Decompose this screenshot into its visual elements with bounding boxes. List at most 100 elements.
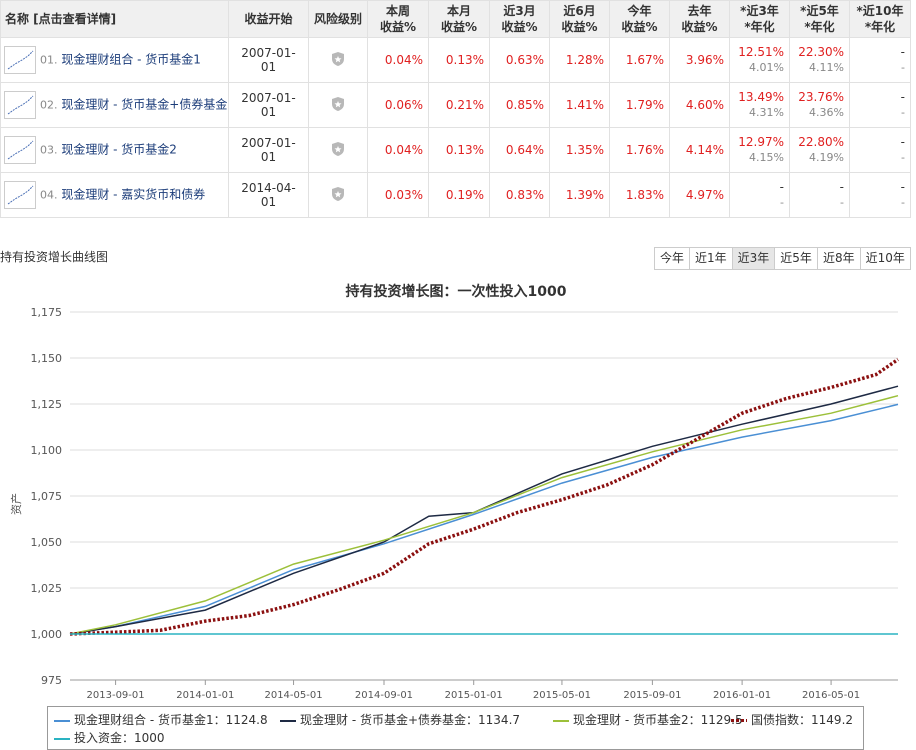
chart-legend: 现金理财组合 - 货币基金1：1124.8 现金理财 - 货币基金+债券基金：11… [47,706,864,750]
header-last-year[interactable]: 去年 收益% [669,0,730,38]
table-row[interactable]: 03. 现金理财 - 货币基金2 2007-01-01 0.04% 0.13% 0.64… [0,127,911,173]
header-5y[interactable]: *近5年 *年化 [789,0,850,38]
fund-name-link[interactable]: 现金理财 - 货币基金2 [61,143,177,157]
legend-item[interactable]: 国债指数：1149.2 [731,711,853,728]
cell-10y-annual: - [901,106,905,119]
y-tick-label: 1,100 [31,444,63,457]
cell-m3: 0.85% [489,82,550,128]
legend-item[interactable]: 现金理财 - 货币基金2：1129.5 [553,711,743,728]
y-tick-label: 975 [41,674,62,687]
cell-ly: 4.60% [669,82,730,128]
range-tab[interactable]: 近10年 [859,247,911,270]
cell-m6: 1.41% [549,82,610,128]
cell-10y-value: - [900,180,905,194]
shield-icon [332,141,344,156]
table-row[interactable]: 01. 现金理财组合 - 货币基金1 2007-01-01 0.04% 0.13% 0.… [0,37,911,83]
legend-swatch [731,719,747,722]
cell-name[interactable]: 04. 现金理财 - 嘉实货币和债券 [0,172,229,218]
row-index: 02. [40,98,58,112]
header-start[interactable]: 收益开始 [228,0,309,38]
header-name[interactable]: 名称 [点击查看详情] [0,0,229,38]
table-header-row: 名称 [点击查看详情] 收益开始 风险级别 本周收益% 本月 收益% 近3月 收益%… [0,0,911,38]
range-tab[interactable]: 近1年 [689,247,733,270]
cell-name[interactable]: 02. 现金理财 - 货币基金+债券基金 [0,82,229,128]
header-6m-a: 近6月 [563,4,596,18]
mini-chart-icon[interactable] [4,91,36,119]
cell-start-date: 2007-01-01 [228,82,309,128]
shield-icon [332,51,344,66]
cell-start-date: 2007-01-01 [228,127,309,173]
fund-name-link[interactable]: 现金理财 - 嘉实货币和债券 [61,188,205,202]
cell-m6: 1.35% [549,127,610,173]
header-3y-b: *年化 [744,20,775,34]
y-axis-label: 资产 [9,493,23,515]
legend-item[interactable]: 现金理财 - 货币基金+债券基金：1134.7 [280,711,520,728]
cell-month: 0.19% [428,172,490,218]
cell-m6: 1.39% [549,172,610,218]
mini-chart-icon[interactable] [4,46,36,74]
cell-name[interactable]: 01. 现金理财组合 - 货币基金1 [0,37,229,83]
header-risk[interactable]: 风险级别 [308,0,368,38]
mini-chart-icon[interactable] [4,136,36,164]
header-3m[interactable]: 近3月 收益% [489,0,550,38]
cell-month: 0.13% [428,37,490,83]
cell-10y-value: - [900,45,905,59]
fund-name-link[interactable]: 现金理财组合 - 货币基金1 [61,53,201,67]
legend-swatch [553,719,569,722]
x-tick-label: 2014-09-01 [355,690,413,701]
series-layer [69,358,899,636]
cell-3y-annual: - [780,196,784,209]
cell-ytd: 1.83% [609,172,670,218]
header-ly-a: 去年 [687,4,712,18]
header-month-b: 收益% [440,20,478,34]
fund-name-link[interactable]: 现金理财 - 货币基金+债券基金 [61,98,227,112]
grid [70,311,898,681]
legend-item[interactable]: 投入资金：1000 [54,729,165,746]
cell-5y: 23.76% 4.36% [789,82,850,128]
x-tick-label: 2016-05-01 [802,690,860,701]
header-6m[interactable]: 近6月收益% [549,0,610,38]
shield-icon [332,186,344,201]
legend-label: 现金理财 - 货币基金+债券基金 [300,713,467,727]
table-row[interactable]: 04. 现金理财 - 嘉实货币和债券 2014-04-01 0.03% 0.19% 0.… [0,172,911,218]
header-10y[interactable]: *近10年 *年化 [849,0,911,38]
cell-m3: 0.64% [489,127,550,173]
cell-m3: 0.63% [489,37,550,83]
section-title: 持有投资增长曲线图 [0,250,109,264]
header-3y-a: *近3年 [740,4,779,18]
cell-month: 0.13% [428,127,490,173]
header-ytd[interactable]: 今年 收益% [609,0,670,38]
x-tick-label: 2014-05-01 [264,690,322,701]
cell-3y-annual: 4.01% [749,61,784,74]
cell-10y: -- [849,82,911,128]
header-month[interactable]: 本月 收益% [428,0,490,38]
shield-icon [332,96,344,111]
legend-item[interactable]: 现金理财组合 - 货币基金1：1124.8 [54,711,268,728]
header-ytd-b: 收益% [621,20,658,34]
y-tick-label: 1,150 [31,352,63,365]
range-tab[interactable]: 今年 [654,247,691,270]
header-3y[interactable]: *近3年 *年化 [729,0,790,38]
cell-month: 0.21% [428,82,490,128]
cell-start-date: 2014-04-01 [228,172,309,218]
cell-10y-annual: - [901,151,905,164]
header-week-b: 收益% [379,20,417,34]
mini-chart-icon[interactable] [4,181,36,209]
legend-value: 1134.7 [478,713,521,727]
range-tab[interactable]: 近5年 [774,247,818,270]
range-tab[interactable]: 近8年 [816,247,861,270]
cell-name[interactable]: 03. 现金理财 - 货币基金2 [0,127,229,173]
range-tab[interactable]: 近3年 [731,247,776,270]
header-week-a: 本周 [385,4,410,18]
legend-value: 1124.8 [225,713,268,727]
y-axis: 975 1,000 1,025 1,050 1,075 1,100 1,125 1,150 1,… [31,306,63,687]
cell-ly: 4.97% [669,172,730,218]
header-week[interactable]: 本周收益% [367,0,429,38]
table-row[interactable]: 02. 现金理财 - 货币基金+债券基金 2007-01-01 0.06% 0.21%… [0,82,911,128]
cell-5y: -- [789,172,850,218]
header-6m-b: 收益% [561,20,598,34]
cell-ytd: 1.76% [609,127,670,173]
cell-3y-value: 12.51% [738,45,784,59]
cell-10y-value: - [900,135,905,149]
legend-label: 国债指数 [751,713,800,727]
